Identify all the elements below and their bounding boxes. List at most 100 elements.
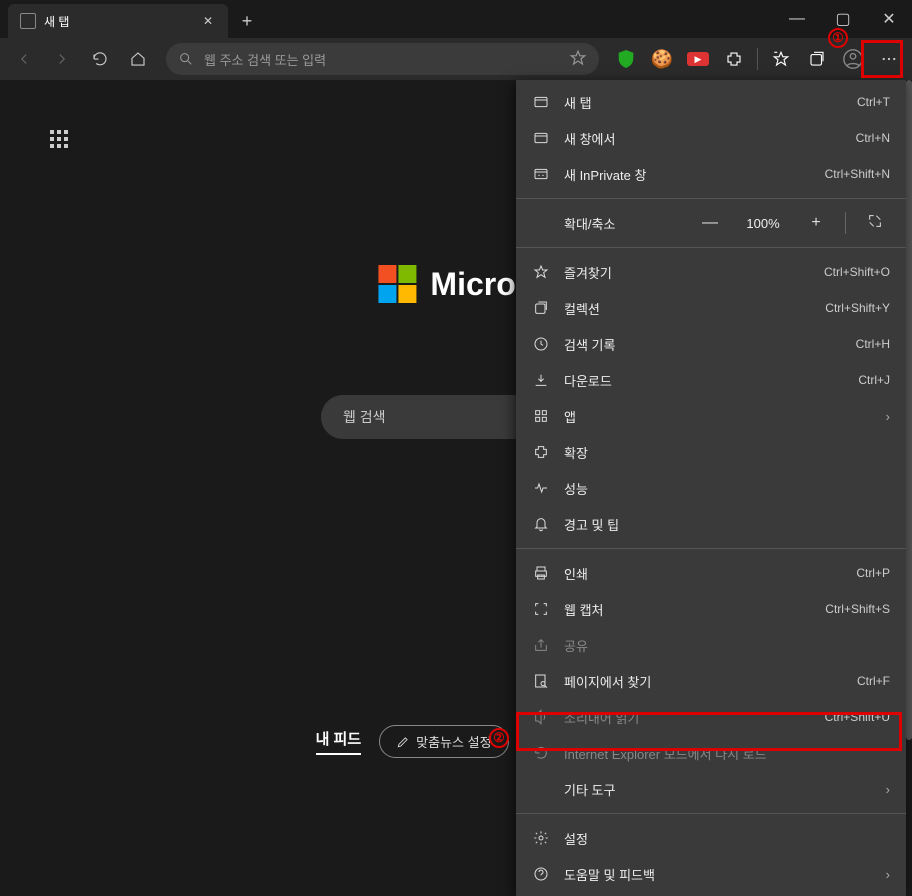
gear-icon — [532, 830, 550, 846]
zoom-out-button[interactable]: — — [695, 214, 725, 232]
menu-print[interactable]: 인쇄 Ctrl+P — [516, 555, 906, 591]
download-icon — [532, 372, 550, 388]
chevron-right-icon: › — [886, 409, 890, 424]
menu-web-capture[interactable]: 웹 캡처 Ctrl+Shift+S — [516, 591, 906, 627]
fullscreen-button[interactable] — [860, 213, 890, 234]
menu-label: 즐겨찾기 — [564, 263, 612, 282]
menu-performance[interactable]: 성능 — [516, 470, 906, 506]
address-bar[interactable]: 웹 주소 검색 또는 입력 — [166, 43, 599, 75]
ie-reload-icon — [532, 745, 550, 761]
find-icon — [532, 673, 550, 689]
menu-downloads[interactable]: 다운로드 Ctrl+J — [516, 362, 906, 398]
menu-shortcut: Ctrl+N — [856, 131, 890, 145]
menu-label: 컬렉션 — [564, 299, 600, 318]
menu-zoom-row: 확대/축소 — 100% + — [516, 201, 906, 245]
window-close-button[interactable]: ✕ — [866, 0, 912, 38]
window-icon — [532, 130, 550, 146]
menu-label: 기타 도구 — [564, 780, 615, 799]
more-menu-button[interactable] — [872, 42, 906, 76]
menu-label: 인쇄 — [564, 564, 588, 583]
capture-icon — [532, 601, 550, 617]
zoom-in-button[interactable]: + — [801, 214, 831, 232]
menu-label: 다운로드 — [564, 371, 612, 390]
menu-label: 페이지에서 찾기 — [564, 672, 651, 691]
menu-label: 공유 — [564, 636, 588, 655]
menu-settings[interactable]: 설정 — [516, 820, 906, 856]
menu-label: 도움말 및 피드백 — [564, 865, 655, 884]
menu-new-inprivate[interactable]: 새 InPrivate 창 Ctrl+Shift+N — [516, 156, 906, 192]
menu-extensions[interactable]: 확장 — [516, 434, 906, 470]
menu-new-tab[interactable]: 새 탭 Ctrl+T — [516, 84, 906, 120]
menu-label: 경고 및 팁 — [564, 515, 619, 534]
page-scrollbar[interactable] — [906, 80, 912, 760]
menu-label: 성능 — [564, 479, 588, 498]
browser-toolbar: 웹 주소 검색 또는 입력 🍪 ▶ — [0, 38, 912, 80]
menu-collections[interactable]: 컬렉션 Ctrl+Shift+Y — [516, 290, 906, 326]
tab-close-button[interactable]: ✕ — [200, 13, 216, 29]
menu-share: 공유 — [516, 627, 906, 663]
titlebar: 새 탭 ✕ + — ▢ ✕ — [0, 0, 912, 38]
menu-read-aloud: 소리내어 읽기 Ctrl+Shift+U — [516, 699, 906, 735]
collections-toolbar-button[interactable] — [800, 42, 834, 76]
menu-favorites[interactable]: 즐겨찾기 Ctrl+Shift+O — [516, 254, 906, 290]
menu-shortcut: Ctrl+Shift+O — [824, 265, 890, 279]
zoom-label: 확대/축소 — [564, 214, 681, 233]
chevron-right-icon: › — [886, 867, 890, 882]
menu-label: 새 창에서 — [564, 129, 615, 148]
menu-ie-mode-reload: Internet Explorer 모드에서 다시 로드 — [516, 735, 906, 771]
browser-tab[interactable]: 새 탭 ✕ — [8, 4, 228, 38]
new-tab-button[interactable]: + — [228, 4, 266, 38]
star-icon — [532, 264, 550, 280]
zoom-value: 100% — [739, 216, 787, 231]
home-button[interactable] — [120, 42, 156, 76]
callout-one: ① — [828, 28, 848, 48]
microsoft-logo-icon — [378, 265, 416, 303]
share-icon — [532, 637, 550, 653]
tab-favicon-icon — [20, 13, 36, 29]
menu-shortcut: Ctrl+H — [856, 337, 890, 351]
menu-label: 소리내어 읽기 — [564, 708, 639, 727]
menu-alerts[interactable]: 경고 및 팁 — [516, 506, 906, 542]
menu-label: 설정 — [564, 829, 588, 848]
cookie-extension-icon[interactable]: 🍪 — [645, 42, 679, 76]
menu-shortcut: Ctrl+P — [856, 566, 890, 580]
customize-news-label: 맞춤뉴스 설정 — [416, 732, 491, 751]
favorite-star-icon[interactable] — [569, 49, 587, 70]
menu-label: 검색 기록 — [564, 335, 615, 354]
window-minimize-button[interactable]: — — [774, 0, 820, 38]
menu-shortcut: Ctrl+T — [857, 95, 890, 109]
chevron-right-icon: › — [886, 782, 890, 797]
menu-new-window[interactable]: 새 창에서 Ctrl+N — [516, 120, 906, 156]
menu-find-on-page[interactable]: 페이지에서 찾기 Ctrl+F — [516, 663, 906, 699]
menu-shortcut: Ctrl+Shift+N — [825, 167, 890, 181]
search-icon — [178, 51, 194, 67]
app-launcher-icon[interactable] — [50, 130, 68, 148]
feed-tab-myfeed[interactable]: 내 피드 — [316, 728, 362, 755]
inprivate-icon — [532, 166, 550, 182]
extensions-button[interactable] — [717, 42, 751, 76]
favorites-toolbar-button[interactable] — [764, 42, 798, 76]
menu-help-feedback[interactable]: 도움말 및 피드백 › — [516, 856, 906, 892]
menu-label: Internet Explorer 모드에서 다시 로드 — [564, 744, 767, 763]
menu-shortcut: Ctrl+F — [857, 674, 890, 688]
callout-two: ② — [489, 728, 509, 748]
video-extension-icon[interactable]: ▶ — [681, 42, 715, 76]
puzzle-icon — [532, 444, 550, 460]
tab-title: 새 탭 — [44, 13, 69, 30]
menu-shortcut: Ctrl+Shift+U — [825, 710, 890, 724]
scrollbar-thumb[interactable] — [906, 80, 912, 740]
history-icon — [532, 336, 550, 352]
refresh-button[interactable] — [82, 42, 118, 76]
toolbar-divider — [757, 48, 758, 70]
forward-button[interactable] — [44, 42, 80, 76]
logo-area: Micros — [378, 265, 533, 303]
menu-label: 새 InPrivate 창 — [564, 165, 646, 184]
shield-extension-icon[interactable] — [609, 42, 643, 76]
back-button[interactable] — [6, 42, 42, 76]
heartbeat-icon — [532, 480, 550, 496]
menu-history[interactable]: 검색 기록 Ctrl+H — [516, 326, 906, 362]
help-icon — [532, 866, 550, 882]
menu-apps[interactable]: 앱 › — [516, 398, 906, 434]
menu-shortcut: Ctrl+Shift+Y — [825, 301, 890, 315]
menu-more-tools[interactable]: 기타 도구 › — [516, 771, 906, 807]
